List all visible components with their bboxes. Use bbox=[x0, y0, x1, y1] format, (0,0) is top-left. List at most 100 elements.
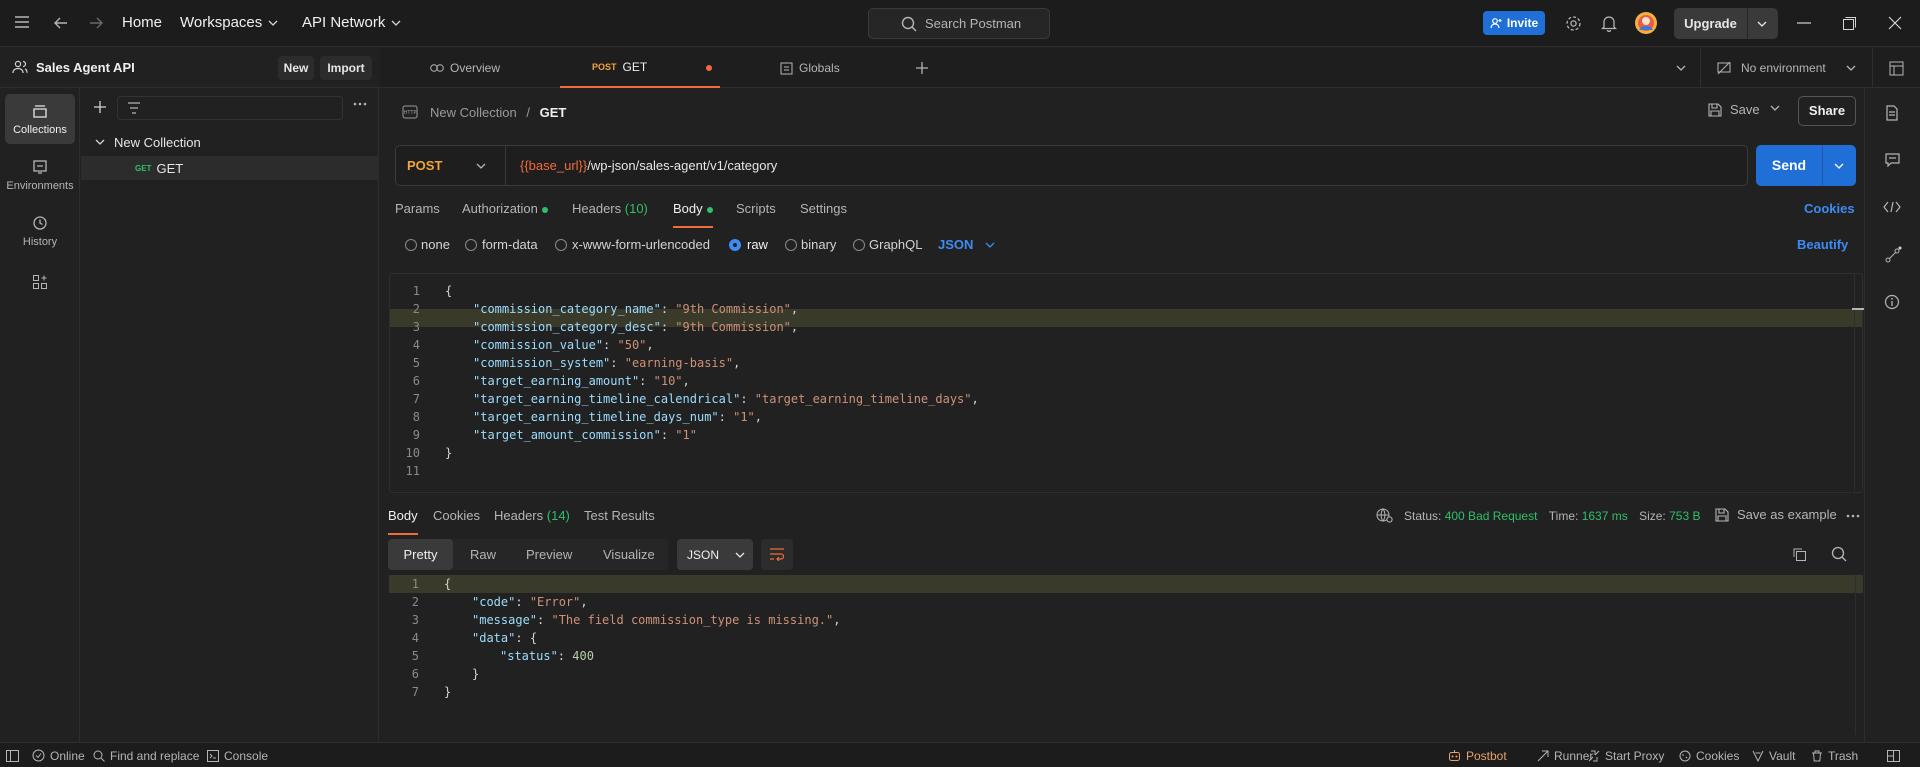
url-input[interactable]: {{base_url}}/wp-json/sales-agent/v1/cate… bbox=[520, 146, 777, 185]
avatar[interactable] bbox=[1634, 11, 1658, 35]
postbot-button[interactable]: Postbot bbox=[1448, 743, 1507, 767]
minimize-window-icon[interactable] bbox=[1797, 22, 1811, 24]
forward-arrow-icon[interactable] bbox=[89, 16, 103, 30]
environment-quicklook-icon[interactable] bbox=[1872, 48, 1920, 88]
tab-overview[interactable]: Overview bbox=[430, 48, 500, 88]
invite-button[interactable]: Invite bbox=[1483, 11, 1545, 35]
layout-grid-icon[interactable] bbox=[1887, 743, 1900, 767]
tab-scripts[interactable]: Scripts bbox=[736, 201, 776, 216]
api-network-menu[interactable]: API Network bbox=[302, 14, 401, 31]
save-options-chevron-icon[interactable] bbox=[1770, 105, 1780, 111]
body-format-select[interactable]: JSON bbox=[938, 237, 995, 252]
status-value[interactable]: 400 Bad Request bbox=[1445, 509, 1538, 523]
tabs-dropdown-icon[interactable] bbox=[1676, 48, 1686, 88]
add-icon[interactable] bbox=[93, 100, 107, 114]
request-method-badge: GET bbox=[135, 163, 152, 173]
tab-authorization[interactable]: Authorization bbox=[462, 201, 548, 216]
tab-settings[interactable]: Settings bbox=[800, 201, 847, 216]
resp-tab-body[interactable]: Body bbox=[388, 508, 418, 535]
toggle-sidebar-icon[interactable] bbox=[6, 743, 19, 767]
import-button[interactable]: Import bbox=[320, 56, 372, 80]
wrap-lines-icon[interactable] bbox=[761, 539, 793, 570]
radio-raw[interactable] bbox=[729, 239, 741, 251]
search-input[interactable]: Search Postman bbox=[868, 8, 1050, 39]
response-scrollbar[interactable] bbox=[1855, 575, 1856, 735]
workspaces-menu[interactable]: Workspaces bbox=[180, 14, 278, 31]
radio-none[interactable] bbox=[405, 239, 417, 251]
url-variable: {{base_url}} bbox=[520, 158, 588, 173]
cookies-button[interactable]: Cookies bbox=[1679, 743, 1739, 767]
search-response-icon[interactable] bbox=[1831, 546, 1847, 562]
code-snippet-icon[interactable] bbox=[1883, 201, 1901, 213]
console-button[interactable]: Console bbox=[207, 743, 268, 767]
response-format-select[interactable]: JSON bbox=[677, 539, 753, 570]
tab-body[interactable]: Body bbox=[673, 201, 713, 228]
view-preview[interactable]: Preview bbox=[526, 539, 572, 570]
back-arrow-icon[interactable] bbox=[54, 16, 68, 30]
menu-icon[interactable] bbox=[14, 15, 30, 29]
rail-history[interactable]: History bbox=[5, 206, 75, 256]
network-globe-icon[interactable] bbox=[1376, 507, 1393, 523]
tab-active-request[interactable]: POST GET bbox=[560, 48, 720, 88]
rail-environments[interactable]: Environments bbox=[5, 150, 75, 200]
documentation-icon[interactable] bbox=[1885, 105, 1899, 121]
json-key: "commission_system" bbox=[473, 356, 611, 370]
share-button[interactable]: Share bbox=[1798, 96, 1856, 126]
view-raw[interactable]: Raw bbox=[470, 539, 496, 570]
environment-selector[interactable]: No environment bbox=[1700, 48, 1866, 88]
history-icon bbox=[33, 215, 47, 230]
method-select[interactable]: POST bbox=[396, 146, 506, 185]
rail-add-apps[interactable] bbox=[5, 262, 75, 302]
line-number: 6 bbox=[412, 374, 420, 388]
comments-icon[interactable] bbox=[1885, 153, 1900, 167]
rail-history-label: History bbox=[22, 235, 58, 248]
send-button[interactable]: Send bbox=[1756, 145, 1856, 186]
cookies-link[interactable]: Cookies bbox=[1804, 201, 1855, 216]
notifications-bell-icon[interactable] bbox=[1601, 15, 1617, 32]
request-item[interactable]: GET GET bbox=[81, 156, 379, 180]
tab-globals[interactable]: Globals bbox=[780, 48, 840, 88]
filter-input[interactable] bbox=[117, 96, 343, 120]
radio-urlencoded[interactable] bbox=[555, 239, 567, 251]
beautify-button[interactable]: Beautify bbox=[1797, 237, 1848, 252]
resp-tab-headers[interactable]: Headers (14) bbox=[494, 508, 570, 523]
trash-button[interactable]: Trash bbox=[1811, 743, 1858, 767]
online-status[interactable]: Online bbox=[32, 743, 85, 767]
view-visualize[interactable]: Visualize bbox=[603, 539, 655, 570]
breadcrumb-collection[interactable]: New Collection bbox=[430, 105, 517, 120]
close-window-icon[interactable] bbox=[1888, 16, 1902, 30]
radio-graphql[interactable] bbox=[853, 239, 865, 251]
request-body-editor[interactable]: 1 {2 "commission_category_name": "9th Comm… bbox=[389, 273, 1864, 493]
new-tab-icon[interactable] bbox=[915, 48, 929, 88]
time-value[interactable]: 1637 ms bbox=[1582, 509, 1628, 523]
resp-tab-test-results[interactable]: Test Results bbox=[584, 508, 655, 523]
maximize-window-icon[interactable] bbox=[1843, 17, 1856, 30]
new-button[interactable]: New bbox=[278, 56, 314, 80]
info-icon[interactable] bbox=[1884, 294, 1900, 310]
resp-tab-cookies[interactable]: Cookies bbox=[433, 508, 480, 523]
save-as-example-button[interactable]: Save as example bbox=[1715, 507, 1837, 522]
tab-headers[interactable]: Headers (10) bbox=[572, 201, 648, 216]
response-body-viewer[interactable]: 1 {2 "code": "Error", 3 "message": "The fiel… bbox=[389, 575, 1863, 735]
collection-item[interactable]: New Collection bbox=[81, 130, 379, 154]
tab-params[interactable]: Params bbox=[395, 201, 440, 216]
runner-button[interactable]: Runner bbox=[1537, 743, 1593, 767]
chevron-down-icon bbox=[985, 242, 995, 248]
more-options-icon[interactable] bbox=[353, 102, 367, 106]
vault-button[interactable]: Vault bbox=[1752, 743, 1795, 767]
radio-form-data[interactable] bbox=[465, 239, 477, 251]
start-proxy-button[interactable]: Start Proxy bbox=[1588, 743, 1664, 767]
upgrade-button[interactable]: Upgrade bbox=[1674, 8, 1778, 39]
find-replace-button[interactable]: Find and replace bbox=[93, 743, 199, 767]
home-link[interactable]: Home bbox=[122, 14, 162, 31]
response-more-icon[interactable] bbox=[1846, 514, 1860, 518]
radio-binary[interactable] bbox=[785, 239, 797, 251]
view-pretty[interactable]: Pretty bbox=[388, 539, 453, 570]
rail-collections[interactable]: Collections bbox=[5, 94, 75, 144]
save-button[interactable]: Save bbox=[1708, 102, 1760, 117]
settings-gear-icon[interactable] bbox=[1565, 15, 1582, 32]
copy-icon[interactable] bbox=[1792, 547, 1807, 562]
editor-scrollbar[interactable] bbox=[1854, 274, 1862, 492]
related-collections-icon[interactable] bbox=[1884, 246, 1902, 264]
size-value[interactable]: 753 B bbox=[1669, 509, 1700, 523]
